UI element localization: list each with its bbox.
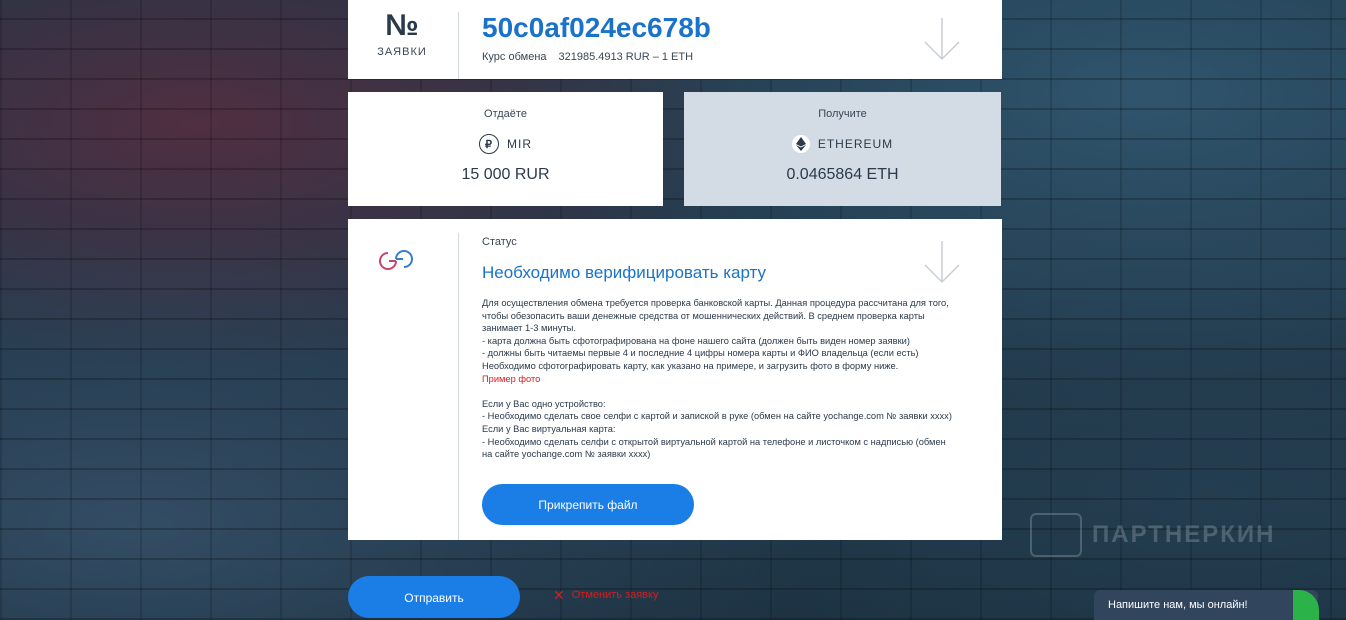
order-id: 50c0af024ec678b bbox=[482, 12, 711, 43]
order-number-label: ЗАЯВКИ bbox=[377, 46, 427, 58]
attach-file-button[interactable]: Прикрепить файл bbox=[482, 484, 694, 525]
status-text-line: на сайте yochange.com № заявки xxxx) bbox=[482, 449, 651, 460]
online-indicator-icon bbox=[1293, 590, 1319, 620]
status-text-line: Необходимо сфотографировать карту, как у… bbox=[482, 360, 899, 371]
get-currency: ETHEREUM bbox=[684, 134, 1001, 154]
status-text-line: Для осуществления обмена требуется прове… bbox=[482, 298, 949, 308]
chat-widget[interactable]: Напишите нам, мы онлайн! bbox=[1094, 590, 1319, 620]
watermark-text: ПАРТНЕРКИН bbox=[1092, 521, 1276, 548]
ethereum-icon bbox=[791, 135, 810, 153]
get-card: Получите ETHEREUM 0.0465864 ETH bbox=[684, 92, 1001, 206]
arrow-down-icon bbox=[924, 18, 960, 61]
chat-label: Напишите нам, мы онлайн! bbox=[1108, 599, 1248, 611]
order-card: № ЗАЯВКИ 50c0af024ec678b Курс обмена 3219… bbox=[348, 0, 1002, 79]
arrow-down-icon bbox=[924, 241, 960, 284]
order-number-block: № ЗАЯВКИ bbox=[372, 9, 432, 59]
divider bbox=[458, 233, 459, 540]
close-icon: ✕ bbox=[553, 587, 565, 603]
get-amount: 0.0465864 ETH bbox=[786, 166, 899, 183]
status-text-line: - должны быть читаемы первые 4 и последн… bbox=[482, 348, 919, 359]
watermark: ПАРТНЕРКИН bbox=[1030, 513, 1276, 557]
status-text-line: чтобы обезопасить ваши денежные средства… bbox=[482, 310, 925, 321]
exchange-logo-icon bbox=[379, 250, 413, 270]
order-number-symbol: № bbox=[385, 9, 419, 42]
exchange-rate: Курс обмена 321985.4913 RUR – 1 ETH bbox=[482, 51, 693, 63]
give-heading: Отдаёте bbox=[484, 108, 527, 120]
status-text-line: Если у Вас одно устройство: bbox=[482, 398, 606, 409]
status-text-line: - карта должна быть сфотографирована на … bbox=[482, 335, 910, 346]
give-currency-label: MIR bbox=[507, 137, 532, 151]
status-text-line: - Необходимо сделать селфи с открытой ви… bbox=[482, 436, 946, 447]
mir-ruble-icon: ₽ bbox=[479, 134, 499, 154]
give-currency: ₽ MIR bbox=[348, 134, 663, 154]
give-card: Отдаёте ₽ MIR 15 000 RUR bbox=[348, 92, 663, 206]
status-card: Статус Необходимо верифицировать карту Д… bbox=[348, 219, 1002, 540]
status-text-line: занимает 1-3 минуты. bbox=[482, 323, 576, 334]
exchange-rate-label: Курс обмена bbox=[482, 51, 547, 63]
status-text-line: Если у Вас виртуальная карта: bbox=[482, 423, 616, 434]
give-amount: 15 000 RUR bbox=[461, 166, 550, 183]
exchange-rate-value: 321985.4913 RUR – 1 ETH bbox=[558, 51, 694, 63]
cancel-order-label: Отменить заявку bbox=[571, 589, 659, 601]
example-photo-link[interactable]: Пример фото bbox=[482, 373, 978, 386]
get-currency-label: ETHEREUM bbox=[817, 137, 894, 151]
status-title: Необходимо верифицировать карту bbox=[482, 263, 767, 282]
send-button[interactable]: Отправить bbox=[348, 576, 520, 618]
status-label: Статус bbox=[482, 236, 517, 248]
watermark-logo-icon bbox=[1030, 513, 1082, 557]
status-text-line: - Необходимо сделать свое селфи с картой… bbox=[482, 411, 952, 422]
status-description: Для осуществления обмена требуется прове… bbox=[482, 297, 978, 461]
cancel-order-link[interactable]: ✕ Отменить заявку bbox=[553, 588, 658, 602]
get-heading: Получите bbox=[818, 108, 867, 120]
divider bbox=[458, 12, 459, 79]
